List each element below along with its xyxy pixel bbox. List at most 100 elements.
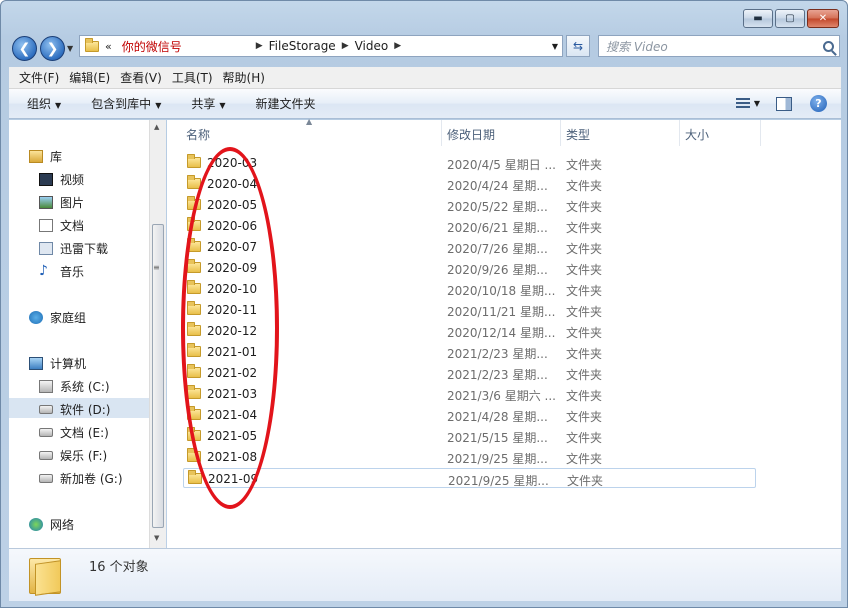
column-header-name[interactable]: 名称 [186,126,210,143]
share-button[interactable]: 共享 ▼ [191,95,225,112]
include-in-library-button[interactable]: 包含到库中 ▼ [91,95,161,112]
breadcrumb-separator-icon[interactable]: ▶ [256,41,263,51]
file-type: 文件夹 [566,368,603,382]
column-header-size[interactable]: 大小 [685,126,709,143]
table-row[interactable]: 2020-06 2020/6/21 星期... 文件夹 [183,216,755,236]
table-row[interactable]: 2021-05 2021/5/15 星期... 文件夹 [183,426,755,446]
breadcrumb-filestorage[interactable]: FileStorage [269,39,336,53]
recent-pages-dropdown-icon[interactable]: ▼ [67,44,73,53]
organize-button[interactable]: 组织 ▼ [27,95,61,112]
breadcrumb-wechat-id[interactable]: 你的微信号 [122,38,250,55]
change-view-button[interactable]: ▼ [735,97,760,110]
nav-music[interactable]: ♪ 音乐 [39,263,84,280]
help-icon[interactable]: ? [810,95,827,112]
nav-drive-f[interactable]: 娱乐 (F:) [39,447,107,464]
nav-documents[interactable]: 文档 [39,217,84,234]
breadcrumb-separator-icon[interactable]: ▶ [394,41,401,51]
file-modified-date: 2020/6/21 星期... [447,221,548,235]
search-icon[interactable] [823,40,834,52]
back-button[interactable]: ❮ [12,36,37,61]
details-pane: 16 个对象 [9,548,841,601]
folder-icon [187,238,201,252]
chevron-down-icon: ▼ [219,101,226,110]
view-list-icon [735,97,750,110]
nav-libraries[interactable]: 库 [29,148,62,165]
search-placeholder: 搜索 Video [606,39,668,54]
document-icon [39,219,53,232]
nav-thunder-downloads[interactable]: 迅雷下载 [39,240,108,257]
library-icon [29,150,43,163]
folder-icon [187,280,201,294]
search-input[interactable]: 搜索 Video [598,35,840,57]
file-modified-date: 2020/10/18 星期... [447,284,556,298]
table-row[interactable]: 2020-10 2020/10/18 星期... 文件夹 [183,279,755,299]
refresh-button[interactable]: ⇆ [566,35,590,57]
table-row[interactable]: 2020-09 2020/9/26 星期... 文件夹 [183,258,755,278]
table-row[interactable]: 2021-03 2021/3/6 星期六 ... 文件夹 [183,384,755,404]
folder-icon [187,406,201,420]
folder-icon [187,259,201,273]
file-type: 文件夹 [566,305,603,319]
column-divider[interactable] [760,120,761,146]
nav-drive-d[interactable]: 软件 (D:) [39,401,110,418]
folder-icon [187,196,201,210]
table-row[interactable]: 2020-04 2020/4/24 星期... 文件夹 [183,174,755,194]
menu-edit[interactable]: 编辑(E) [64,69,115,86]
scroll-down-icon[interactable]: ▼ [154,534,159,542]
file-type: 文件夹 [567,474,604,488]
folder-icon [188,470,202,484]
table-row[interactable]: 2020-07 2020/7/26 星期... 文件夹 [183,237,755,257]
table-row[interactable]: 2021-09 2021/9/25 星期... 文件夹 [183,468,756,488]
table-row[interactable]: 2020-03 2020/4/5 星期日 ... 文件夹 [183,153,755,173]
table-row[interactable]: 2020-12 2020/12/14 星期... 文件夹 [183,321,755,341]
table-row[interactable]: 2020-11 2020/11/21 星期... 文件夹 [183,300,755,320]
menu-file[interactable]: 文件(F) [9,69,64,86]
column-divider[interactable] [560,120,561,146]
address-bar[interactable]: « 你的微信号 ▶ FileStorage ▶ Video ▶ ▼ [79,35,563,57]
nav-videos[interactable]: 视频 [39,171,84,188]
close-button[interactable]: ✕ [807,9,839,28]
menu-view[interactable]: 查看(V) [115,69,167,86]
file-name: 2021-08 [207,450,258,464]
breadcrumb-video[interactable]: Video [355,39,389,53]
preview-pane-icon[interactable] [776,96,792,111]
column-divider[interactable] [679,120,680,146]
nav-network[interactable]: 网络 [29,516,74,533]
nav-drive-e[interactable]: 文档 (E:) [39,424,109,441]
table-row[interactable]: 2020-05 2020/5/22 星期... 文件夹 [183,195,755,215]
nav-drive-c[interactable]: 系统 (C:) [39,378,110,395]
download-folder-icon [39,242,53,255]
menu-help[interactable]: 帮助(H) [218,69,270,86]
command-bar: 组织 ▼ 包含到库中 ▼ 共享 ▼ 新建文件夹 ▼ ? [9,89,841,119]
drive-icon [39,428,53,437]
file-name: 2020-11 [207,303,258,317]
maximize-button[interactable]: ▢ [775,9,805,28]
column-header-type[interactable]: 类型 [566,126,590,143]
minimize-button[interactable]: ▬ [743,9,773,28]
nav-homegroup[interactable]: 家庭组 [29,309,86,326]
table-row[interactable]: 2021-02 2021/2/23 星期... 文件夹 [183,363,755,383]
table-row[interactable]: 2021-01 2021/2/23 星期... 文件夹 [183,342,755,362]
scroll-up-icon[interactable]: ▲ [154,123,159,131]
address-overflow-chevron[interactable]: « [105,40,112,53]
breadcrumb-separator-icon[interactable]: ▶ [342,41,349,51]
nav-scrollbar[interactable]: ▲ ≡ ▼ [149,120,166,548]
navigation-pane: 库 视频 图片 文档 迅雷下载 ♪ 音乐 家庭组 计算机 系统 (C:) 软件 (… [9,120,149,548]
nav-computer[interactable]: 计算机 [29,355,86,372]
chevron-down-icon: ▼ [155,101,162,110]
forward-button[interactable]: ❯ [40,36,65,61]
table-row[interactable]: 2021-08 2021/9/25 星期... 文件夹 [183,447,755,467]
address-history-dropdown-icon[interactable]: ▼ [552,42,558,51]
file-name: 2020-06 [207,219,258,233]
nav-pictures[interactable]: 图片 [39,194,84,211]
file-type: 文件夹 [566,326,603,340]
sort-ascending-icon: ▲ [306,117,313,126]
nav-drive-g[interactable]: 新加卷 (G:) [39,470,123,487]
column-header-date[interactable]: 修改日期 [447,126,495,143]
menu-tools[interactable]: 工具(T) [167,69,218,86]
column-divider[interactable] [441,120,442,146]
new-folder-button[interactable]: 新建文件夹 [256,95,316,112]
music-note-icon: ♪ [39,263,48,279]
table-row[interactable]: 2021-04 2021/4/28 星期... 文件夹 [183,405,755,425]
file-list: ▲ 名称 修改日期 类型 大小 2020-03 2020/4/5 星期日 ... 文… [167,117,841,548]
